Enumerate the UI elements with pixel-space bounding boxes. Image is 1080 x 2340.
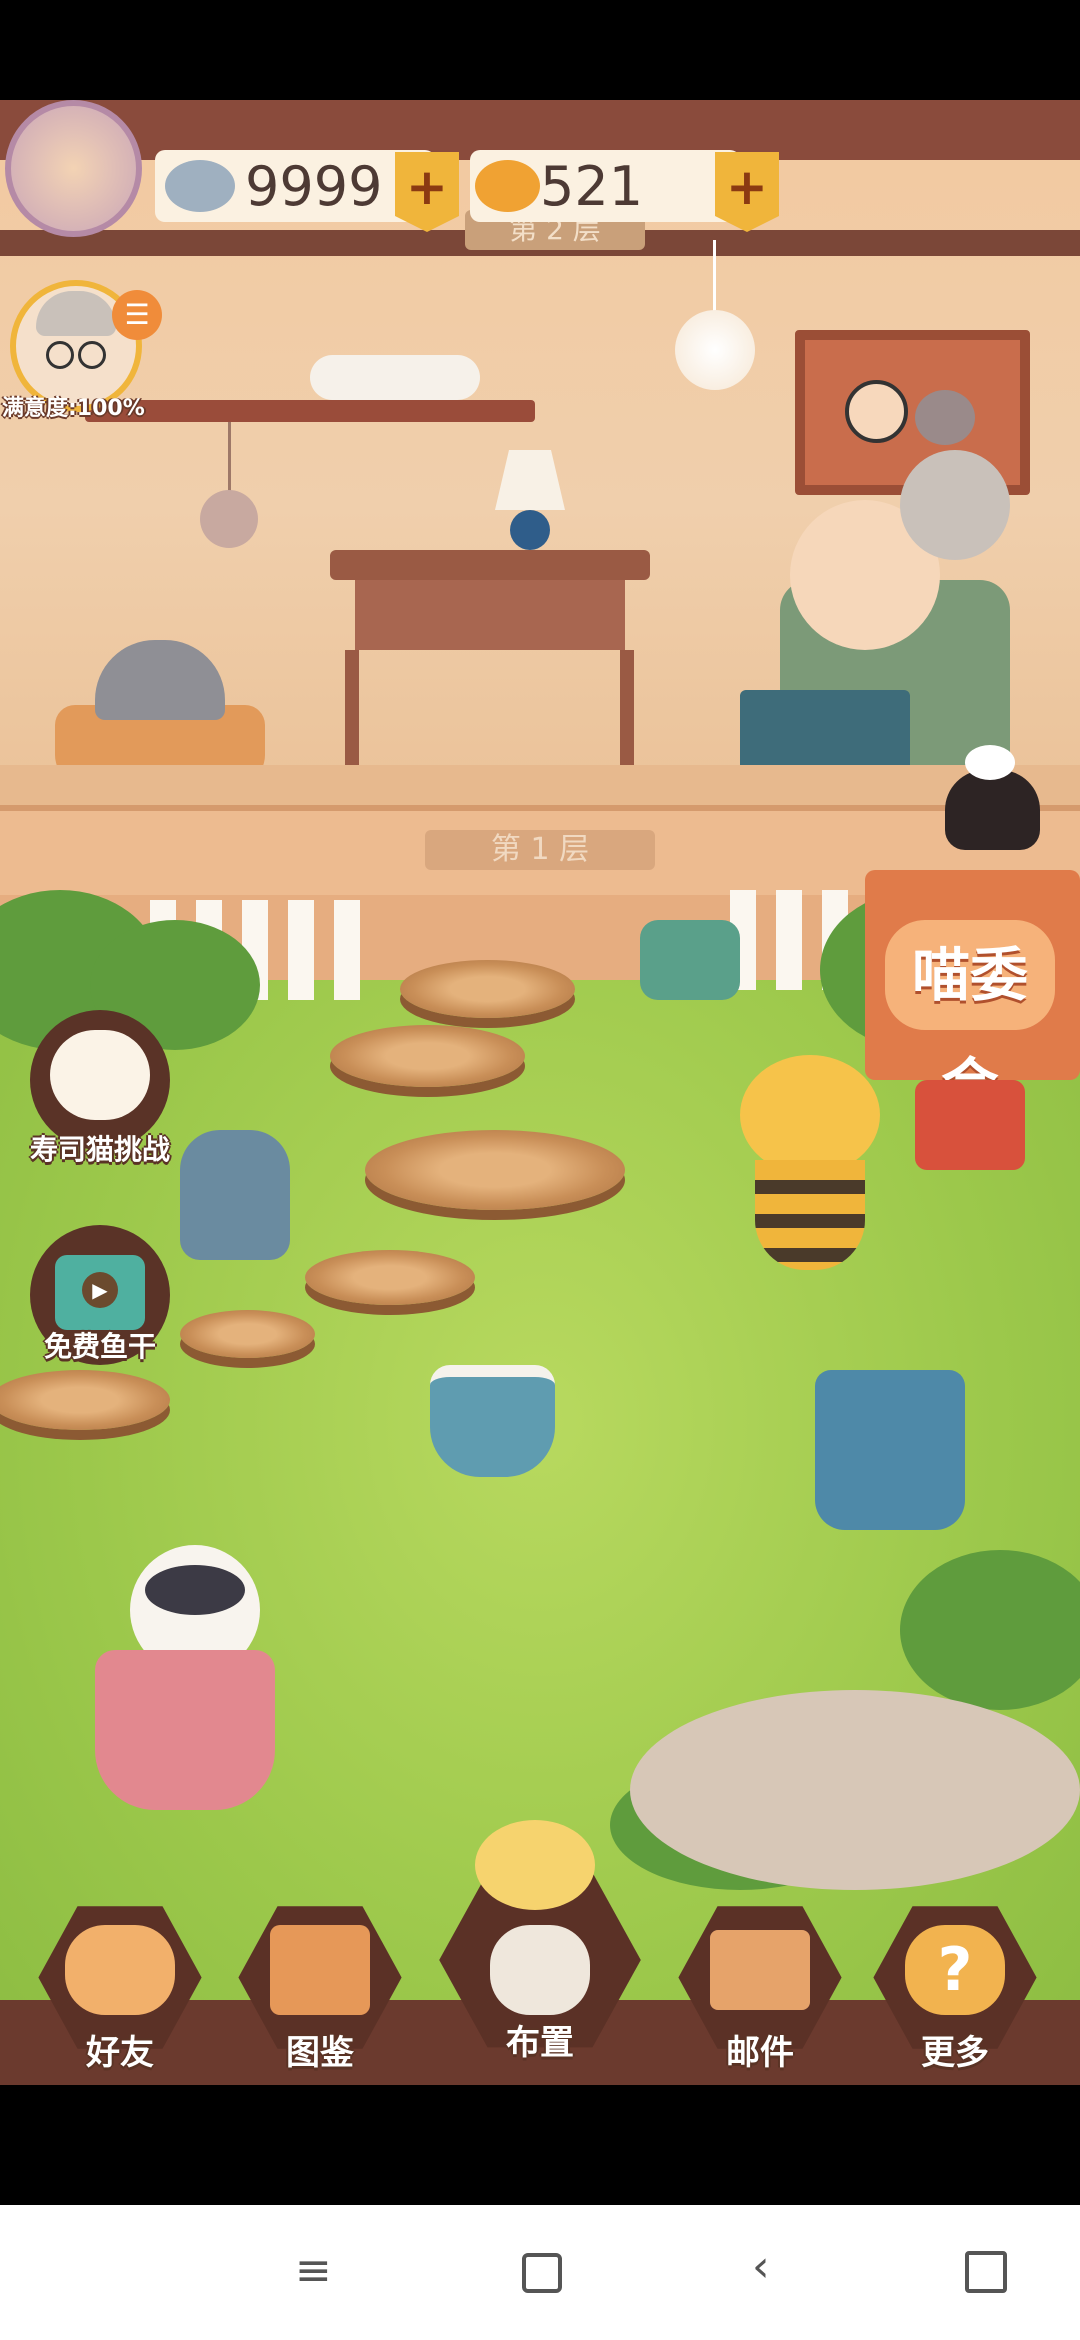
letterbox-bottom [0, 2085, 1080, 2205]
bee-cat-body [755, 1160, 865, 1270]
fish-lantern-toy[interactable] [180, 1130, 290, 1260]
pink-watering-can [95, 1650, 275, 1810]
white-bird [965, 745, 1015, 780]
home-icon[interactable] [522, 2253, 562, 2293]
glasses-right [78, 341, 106, 369]
cat-book-icon [270, 1925, 370, 2015]
tv-play-icon: ▶ [55, 1255, 145, 1330]
task-list-icon[interactable]: ☰ [112, 290, 162, 340]
table-leg-left [345, 650, 359, 775]
satisfaction-label: 满意度:100% [2, 396, 145, 421]
grandpa-hair-bun [900, 450, 1010, 560]
decorate-label: 布置 [506, 2023, 574, 2063]
bee-cat-head[interactable] [740, 1055, 880, 1175]
player-avatar[interactable] [5, 100, 142, 237]
play-icon: ▶ [82, 1272, 118, 1308]
portrait-cat [915, 390, 975, 445]
table-lamp-base [510, 510, 550, 550]
fish-currency-box: 9999 [155, 150, 435, 222]
game-scene: 第 2 层 ☰ 满意度:100% 第 1 层 喵委 9999 + 521 + 寿… [0, 100, 1080, 2085]
egg-shell-creature[interactable] [430, 1365, 555, 1477]
shark-bucket[interactable] [815, 1370, 965, 1530]
collection-label: 图鉴 [286, 2033, 354, 2073]
siamese-cat-mask [145, 1565, 245, 1615]
committee-sign-text: 喵委会 [885, 920, 1055, 1119]
more-question-icon: ? [905, 1925, 1005, 2015]
dried-fish-icon [165, 160, 235, 212]
table-leg-right [620, 650, 634, 775]
gold-currency-box: 521 [470, 150, 740, 222]
sleeping-cat [310, 355, 480, 400]
mail-envelope-icon [710, 1930, 810, 2010]
side-table-top [330, 550, 650, 580]
free-fish-label: 免费鱼干 [43, 1330, 156, 1363]
mail-label: 邮件 [726, 2033, 794, 2073]
sushi-cat-icon [50, 1030, 150, 1120]
menu-icon[interactable]: ≡ [295, 2245, 332, 2296]
fish-currency-value: 9999 [245, 155, 383, 218]
stump-5 [180, 1310, 315, 1358]
stone-path [630, 1690, 1080, 1890]
green-watering-can [640, 920, 740, 1000]
friends-icon [65, 1925, 175, 2015]
side-table-drawer [355, 580, 625, 650]
grandma-hair [36, 291, 116, 336]
portrait-grandpa [845, 380, 908, 443]
ceiling-lamp [675, 310, 755, 390]
screen-rotate-icon[interactable] [965, 2251, 1007, 2293]
more-label: 更多 [921, 2033, 989, 2073]
friends-label: 好友 [86, 2033, 154, 2073]
stump-3 [365, 1130, 625, 1210]
stump-1 [400, 960, 575, 1018]
add-fish-button[interactable]: + [395, 152, 459, 232]
committee-sign[interactable]: 喵委会 [865, 870, 1080, 1119]
gold-currency-value: 521 [540, 155, 644, 218]
black-cat-on-sign[interactable] [945, 770, 1040, 850]
back-icon[interactable]: ‹ [752, 2241, 770, 2292]
golden-fish-icon [475, 160, 540, 212]
yarn-string [228, 422, 231, 492]
floor-1-label: 第 1 层 [425, 830, 655, 870]
flower-vase-icon [490, 1925, 590, 2015]
vase-flowers [475, 1820, 595, 1910]
add-gold-button[interactable]: + [715, 152, 779, 232]
stump-2 [330, 1025, 525, 1087]
glasses-left [46, 341, 74, 369]
status-bar [0, 0, 1080, 100]
yarn-ball [200, 490, 258, 548]
mailbox[interactable] [915, 1080, 1025, 1170]
stump-4 [305, 1250, 475, 1305]
sushi-cat-challenge-label: 寿司猫挑战 [29, 1133, 170, 1166]
system-navigation-bar: ≡ ‹ [0, 2205, 1080, 2340]
floor-1-edge [0, 765, 1080, 805]
